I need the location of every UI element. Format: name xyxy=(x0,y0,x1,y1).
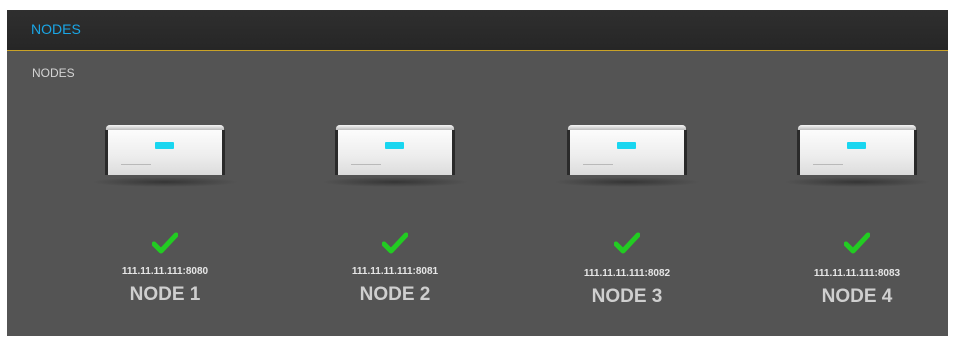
device-side xyxy=(567,130,570,175)
nodes-panel: NODES NODES 111.11.11.111:8080 NODE 1 11… xyxy=(7,10,948,336)
panel-title: NODES xyxy=(31,21,81,37)
device-top xyxy=(336,125,454,130)
device-shadow xyxy=(783,177,931,187)
server-device-icon xyxy=(797,125,917,175)
section-label: NODES xyxy=(32,66,75,80)
server-device-icon xyxy=(335,125,455,175)
node-address: 111.11.11.111:8082 xyxy=(583,268,671,279)
device-side xyxy=(105,130,108,175)
device-side xyxy=(452,130,455,175)
check-icon xyxy=(844,232,870,254)
server-device-icon xyxy=(105,125,225,175)
node-name: NODE 1 xyxy=(129,284,201,305)
node-card[interactable]: 111.11.11.111:8080 NODE 1 xyxy=(85,120,245,330)
device-shadow xyxy=(321,177,469,187)
device-side xyxy=(222,130,225,175)
node-address: 111.11.11.111:8080 xyxy=(121,266,209,277)
node-card[interactable]: 111.11.11.111:8082 NODE 3 xyxy=(547,120,707,330)
node-address: 111.11.11.111:8083 xyxy=(813,268,901,279)
node-card[interactable]: 111.11.11.111:8081 NODE 2 xyxy=(315,120,475,330)
server-device-icon xyxy=(567,125,687,175)
device-top xyxy=(106,125,224,130)
node-address: 111.11.11.111:8081 xyxy=(351,266,439,277)
device-side xyxy=(684,130,687,175)
node-name: NODE 4 xyxy=(821,286,893,307)
device-shadow xyxy=(91,177,239,187)
check-icon xyxy=(614,232,640,254)
device-slot xyxy=(351,164,381,165)
node-card[interactable]: 111.11.11.111:8083 NODE 4 xyxy=(777,120,937,330)
device-slot xyxy=(813,164,843,165)
device-top xyxy=(568,125,686,130)
node-name: NODE 2 xyxy=(359,284,431,305)
device-top xyxy=(798,125,916,130)
device-slot xyxy=(121,164,151,165)
node-name: NODE 3 xyxy=(591,286,663,307)
device-logo xyxy=(617,142,636,149)
device-side xyxy=(335,130,338,175)
device-logo xyxy=(847,142,866,149)
device-slot xyxy=(583,164,613,165)
device-logo xyxy=(155,142,174,149)
device-side xyxy=(914,130,917,175)
check-icon xyxy=(152,232,178,254)
device-side xyxy=(797,130,800,175)
panel-header: NODES xyxy=(7,10,948,51)
check-icon xyxy=(382,232,408,254)
device-shadow xyxy=(553,177,701,187)
device-logo xyxy=(385,142,404,149)
